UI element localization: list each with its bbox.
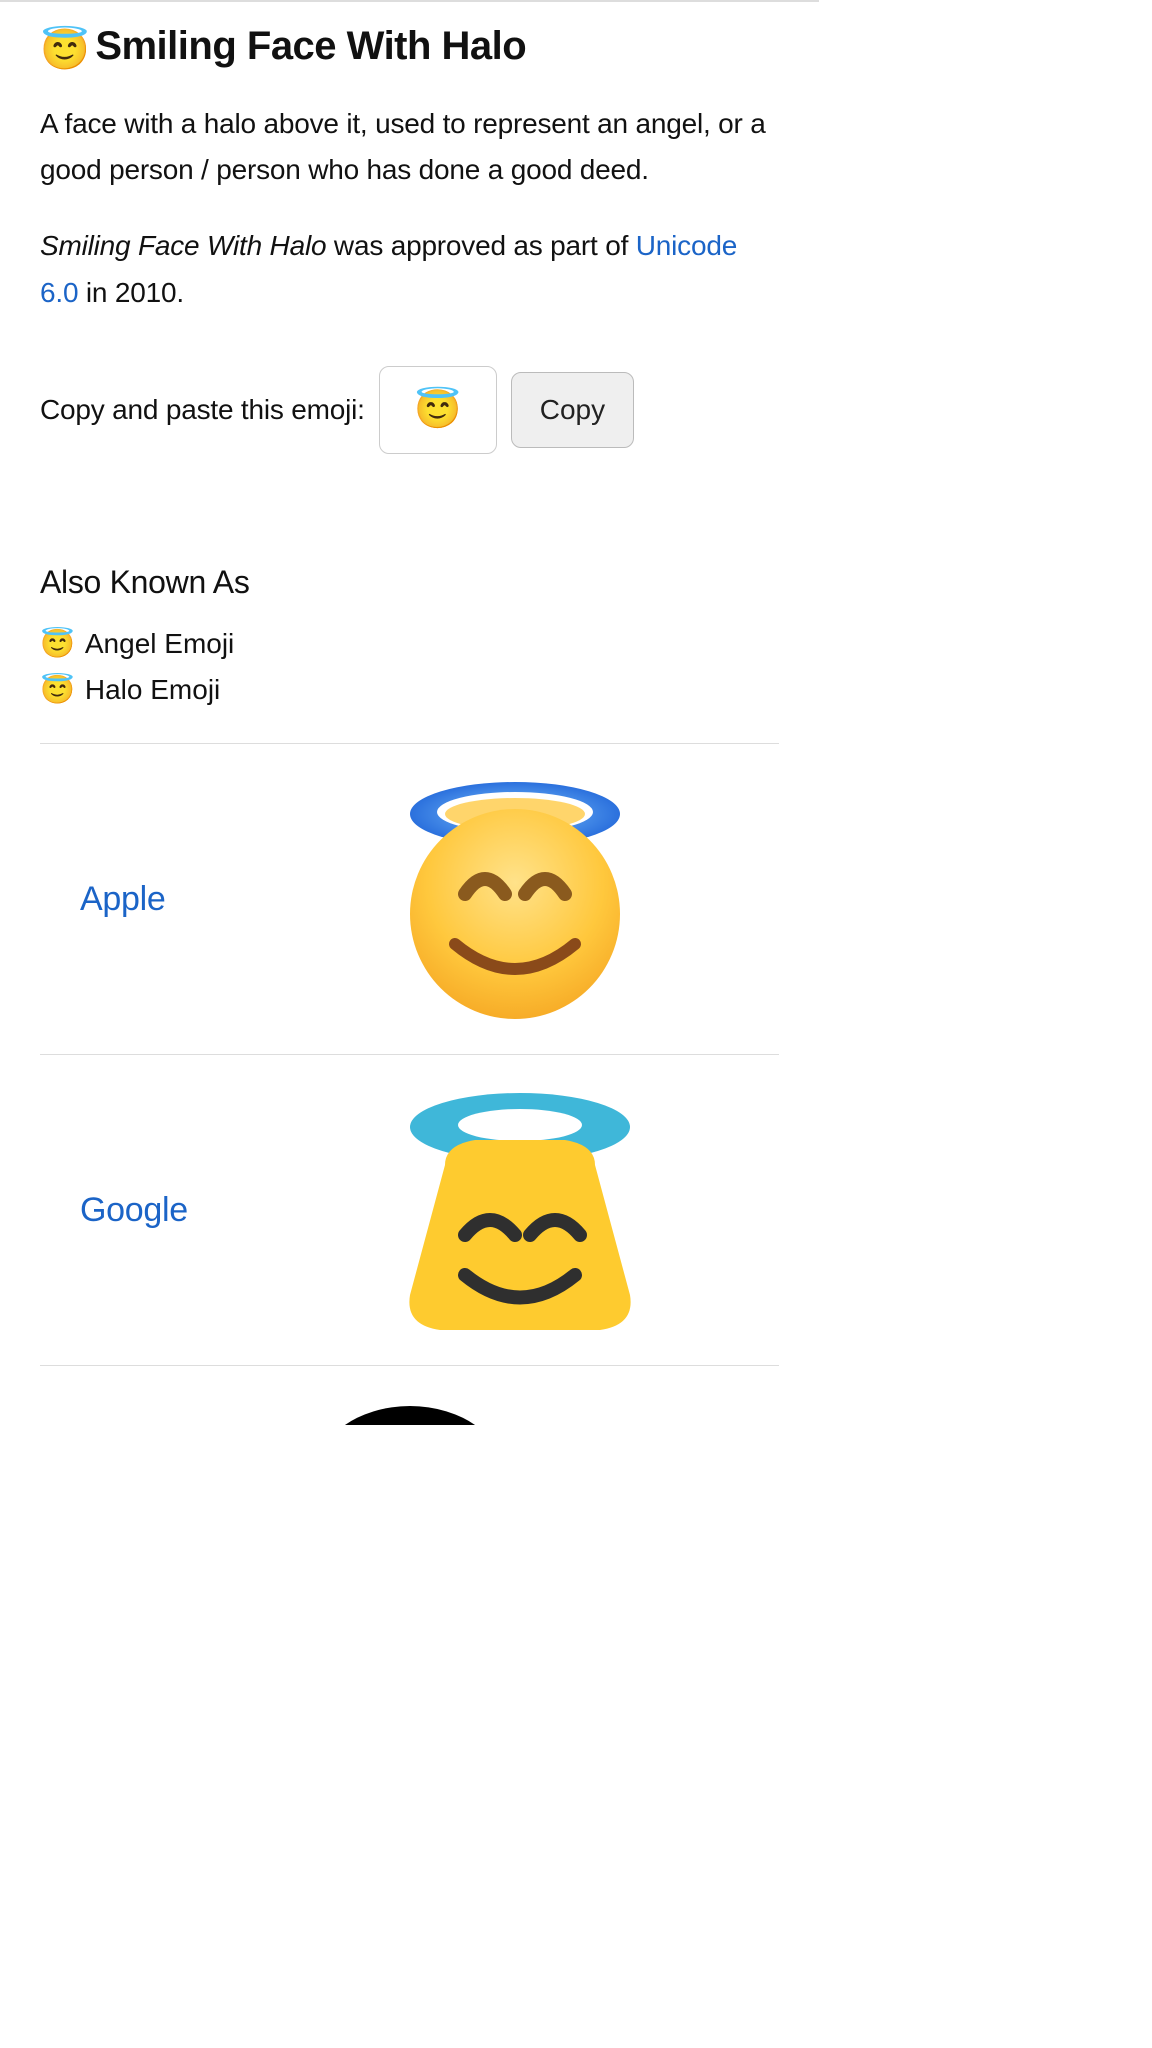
- vendor-link-apple[interactable]: Apple: [80, 880, 395, 919]
- title-text: Smiling Face With Halo: [95, 24, 526, 68]
- google-halo-emoji-icon: [395, 1085, 645, 1335]
- vendor-row-google: Google: [40, 1054, 779, 1365]
- also-known-as-heading: Also Known As: [40, 564, 779, 601]
- list-item: 😇 Halo Emoji: [40, 667, 779, 713]
- page-title: 😇Smiling Face With Halo: [40, 24, 779, 73]
- halo-emoji-icon: 😇: [40, 28, 89, 72]
- vendor-image-apple: [395, 774, 779, 1024]
- halo-emoji-icon: 😇: [40, 628, 75, 659]
- copy-label: Copy and paste this emoji:: [40, 394, 365, 426]
- emoji-preview-box[interactable]: 😇: [379, 366, 497, 454]
- vendor-row-partial: [40, 1365, 779, 1425]
- approval-tail: in 2010.: [78, 277, 184, 308]
- halo-emoji-icon: 😇: [40, 674, 75, 705]
- aka-item-label: Halo Emoji: [85, 674, 220, 705]
- approval-mid: was approved as part of: [326, 230, 635, 261]
- vendor-link-google[interactable]: Google: [80, 1191, 395, 1230]
- aka-item-label: Angel Emoji: [85, 628, 234, 659]
- halo-emoji-icon: 😇: [414, 388, 461, 432]
- list-item: 😇 Angel Emoji: [40, 621, 779, 667]
- approval-text: Smiling Face With Halo was approved as p…: [40, 223, 779, 315]
- vendor-row-apple: Apple: [40, 743, 779, 1054]
- approval-name: Smiling Face With Halo: [40, 230, 326, 261]
- aka-list: 😇 Angel Emoji 😇 Halo Emoji: [40, 621, 779, 713]
- copy-button[interactable]: Copy: [511, 372, 634, 448]
- copy-section: Copy and paste this emoji: 😇 Copy: [40, 366, 779, 454]
- apple-halo-emoji-icon: [395, 774, 635, 1024]
- description-text: A face with a halo above it, used to rep…: [40, 101, 779, 193]
- vendor-image-google: [395, 1085, 779, 1335]
- partial-emoji-icon: [290, 1396, 530, 1425]
